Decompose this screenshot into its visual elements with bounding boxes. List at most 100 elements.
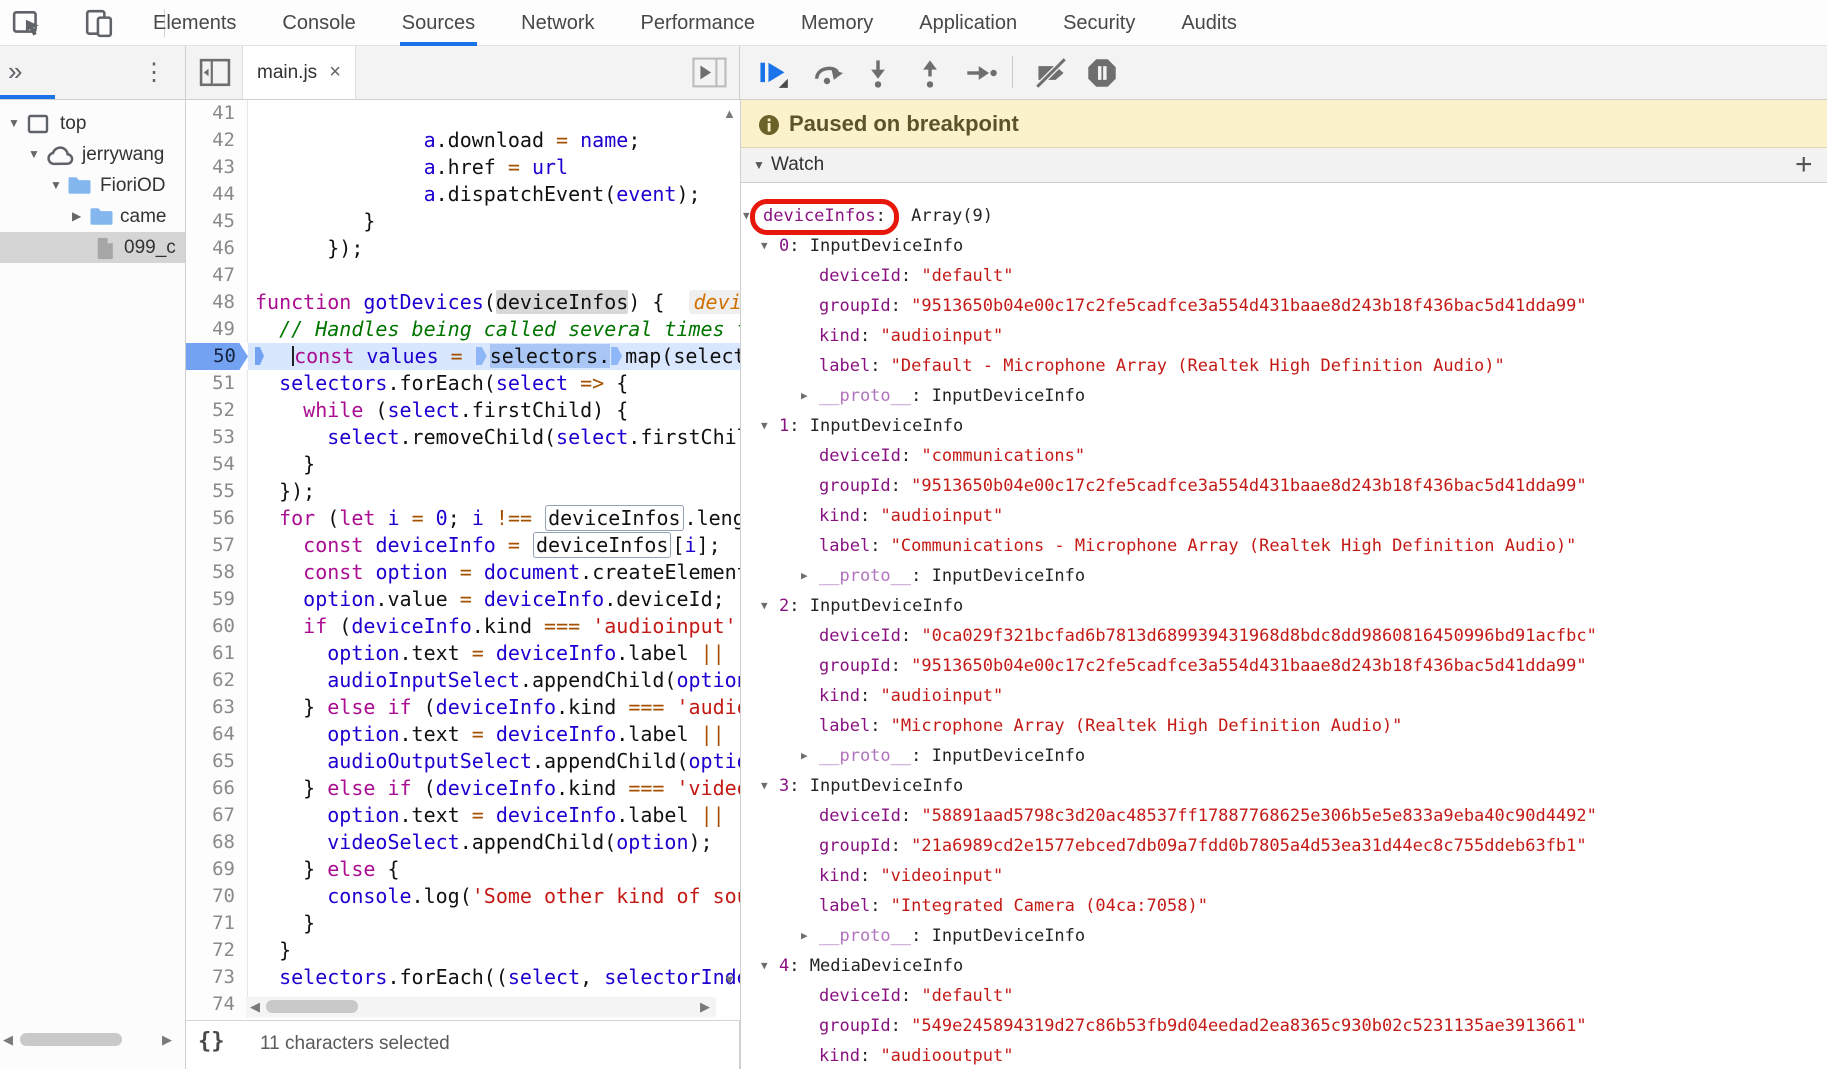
line-number[interactable]: 42: [186, 127, 248, 154]
chevron-down-icon[interactable]: ▼: [761, 591, 768, 621]
code-line-content[interactable]: selectors.forEach(select => {: [248, 370, 740, 397]
watch-tree-row[interactable]: groupId: "9513650b04e00c17c2fe5cadfce3a5…: [741, 651, 1827, 681]
code-line-content[interactable]: }: [248, 451, 740, 478]
step-location-chevron-icon[interactable]: [475, 347, 487, 365]
debugger-sidebar-toggle-icon[interactable]: [691, 57, 729, 89]
watch-tree-row[interactable]: ▶ __proto__: InputDeviceInfo: [741, 921, 1827, 951]
scrollbar-thumb[interactable]: [20, 1033, 122, 1046]
chevron-down-icon[interactable]: ▼: [753, 158, 765, 172]
line-number[interactable]: 45: [186, 208, 248, 235]
tab-memory[interactable]: Memory: [801, 0, 873, 46]
watch-tree-row[interactable]: kind: "audioinput": [741, 501, 1827, 531]
line-number[interactable]: 47: [186, 262, 248, 289]
chevron-right-icon[interactable]: ▶: [801, 561, 808, 591]
line-number[interactable]: 61: [186, 640, 248, 667]
line-number[interactable]: 73: [186, 964, 248, 991]
inspect-element-icon[interactable]: [12, 8, 46, 38]
chevron-down-icon[interactable]: ▼: [761, 411, 768, 441]
code-line-content[interactable]: option.text = deviceInfo.label ||: [248, 721, 740, 748]
line-number[interactable]: 72: [186, 937, 248, 964]
code-line-content[interactable]: a.download = name;: [248, 127, 740, 154]
line-number[interactable]: 71: [186, 910, 248, 937]
code-line-content[interactable]: option.text = deviceInfo.label ||: [248, 802, 740, 829]
tab-sources[interactable]: Sources: [399, 0, 478, 46]
scrollbar-thumb[interactable]: [266, 1000, 358, 1013]
line-number[interactable]: 41: [186, 100, 248, 127]
line-number[interactable]: 64: [186, 721, 248, 748]
navigator-toggle-icon[interactable]: [198, 58, 232, 88]
line-number[interactable]: 69: [186, 856, 248, 883]
watch-tree-row[interactable]: ▼ 2: InputDeviceInfo: [741, 591, 1827, 621]
code-line-content[interactable]: });: [248, 235, 740, 262]
line-number[interactable]: 66: [186, 775, 248, 802]
tab-network[interactable]: Network: [521, 0, 594, 46]
watch-tree-row[interactable]: kind: "videoinput": [741, 861, 1827, 891]
code-line-content[interactable]: }: [248, 937, 740, 964]
watch-tree-row[interactable]: label: "Default - Microphone Array (Real…: [741, 351, 1827, 381]
chevron-down-icon[interactable]: ▼: [761, 771, 768, 801]
line-number[interactable]: 55: [186, 478, 248, 505]
step-location-chevron-icon[interactable]: [611, 347, 623, 365]
line-number[interactable]: 70: [186, 883, 248, 910]
code-line-content[interactable]: });: [248, 478, 740, 505]
watch-tree-row[interactable]: deviceId: "default": [741, 261, 1827, 291]
watch-tree-row[interactable]: ▼ deviceInfos: Array(9): [741, 199, 1827, 235]
line-number[interactable]: 67: [186, 802, 248, 829]
watch-tree-row[interactable]: deviceId: "default": [741, 981, 1827, 1011]
close-tab-icon[interactable]: ×: [329, 61, 341, 84]
line-number[interactable]: 52: [186, 397, 248, 424]
more-options-icon[interactable]: ⋮: [142, 58, 166, 87]
line-number[interactable]: 68: [186, 829, 248, 856]
line-number[interactable]: 51: [186, 370, 248, 397]
scroll-right-icon[interactable]: ▶: [700, 999, 710, 1015]
code-line-content[interactable]: function gotDevices(deviceInfos) { devic…: [248, 289, 740, 316]
code-line-content[interactable]: }: [248, 910, 740, 937]
code-editor[interactable]: 41 42 a.download = name; 43 a.href = url 44…: [186, 100, 740, 1020]
line-number[interactable]: 56: [186, 505, 248, 532]
resume-script-icon[interactable]: [757, 57, 789, 89]
pretty-print-icon[interactable]: {}: [198, 1029, 225, 1054]
line-number[interactable]: 43: [186, 154, 248, 181]
code-line-content[interactable]: a.href = url: [248, 154, 740, 181]
step-out-icon[interactable]: [914, 57, 946, 89]
chevron-down-icon[interactable]: ▼: [761, 231, 768, 261]
line-number[interactable]: 53: [186, 424, 248, 451]
chevron-right-icon[interactable]: ▶: [72, 201, 81, 232]
watch-tree-row[interactable]: label: "Integrated Camera (04ca:7058)": [741, 891, 1827, 921]
tab-console[interactable]: Console: [282, 0, 355, 46]
code-line-content[interactable]: } else if (deviceInfo.kind === 'audioout…: [248, 694, 740, 721]
scroll-left-icon[interactable]: ◀: [250, 999, 260, 1015]
watch-tree-row[interactable]: kind: "audioinput": [741, 681, 1827, 711]
sidebar-item-top[interactable]: ▼ top: [0, 108, 185, 139]
watch-tree-row[interactable]: kind: "audiooutput": [741, 1041, 1827, 1069]
line-number[interactable]: 63: [186, 694, 248, 721]
tab-security[interactable]: Security: [1063, 0, 1135, 46]
sidebar-item-099_c[interactable]: 099_c: [0, 232, 185, 263]
step-over-icon[interactable]: [811, 57, 843, 89]
code-line-content[interactable]: const deviceInfo = deviceInfos [i];: [248, 532, 740, 559]
code-line-content[interactable]: // Handles being called several times to…: [248, 316, 740, 343]
tab-elements[interactable]: Elements: [153, 0, 236, 46]
line-number[interactable]: 58: [186, 559, 248, 586]
watch-tree-row[interactable]: label: "Microphone Array (Realtek High D…: [741, 711, 1827, 741]
paused-line-number[interactable]: 50: [186, 343, 248, 370]
watch-tree-row[interactable]: ▶ __proto__: InputDeviceInfo: [741, 741, 1827, 771]
scroll-left-icon[interactable]: ◀: [3, 1032, 13, 1048]
watch-tree-row[interactable]: groupId: "9513650b04e00c17c2fe5cadfce3a5…: [741, 471, 1827, 501]
line-number[interactable]: 60: [186, 613, 248, 640]
pause-on-exceptions-icon[interactable]: [1086, 57, 1118, 89]
watch-tree-row[interactable]: ▼ 0: InputDeviceInfo: [741, 231, 1827, 261]
line-number[interactable]: 48: [186, 289, 248, 316]
code-line-content[interactable]: while (select.firstChild) {: [248, 397, 740, 424]
line-number[interactable]: 74: [186, 991, 248, 1018]
watch-tree-row[interactable]: ▼ 1: InputDeviceInfo: [741, 411, 1827, 441]
watch-tree-row[interactable]: ▶ __proto__: InputDeviceInfo: [741, 381, 1827, 411]
code-line-content[interactable]: audioInputSelect.appendChild(option);: [248, 667, 740, 694]
line-number[interactable]: 65: [186, 748, 248, 775]
tab-main-js[interactable]: main.js ×: [242, 46, 356, 99]
chevron-down-icon[interactable]: ▼: [28, 139, 40, 170]
watch-tree-row[interactable]: ▼ 4: MediaDeviceInfo: [741, 951, 1827, 981]
code-line-content[interactable]: [248, 262, 740, 289]
device-toolbar-icon[interactable]: [84, 8, 118, 38]
code-line-content[interactable]: console.log('Some other kind of source/d…: [248, 883, 740, 910]
